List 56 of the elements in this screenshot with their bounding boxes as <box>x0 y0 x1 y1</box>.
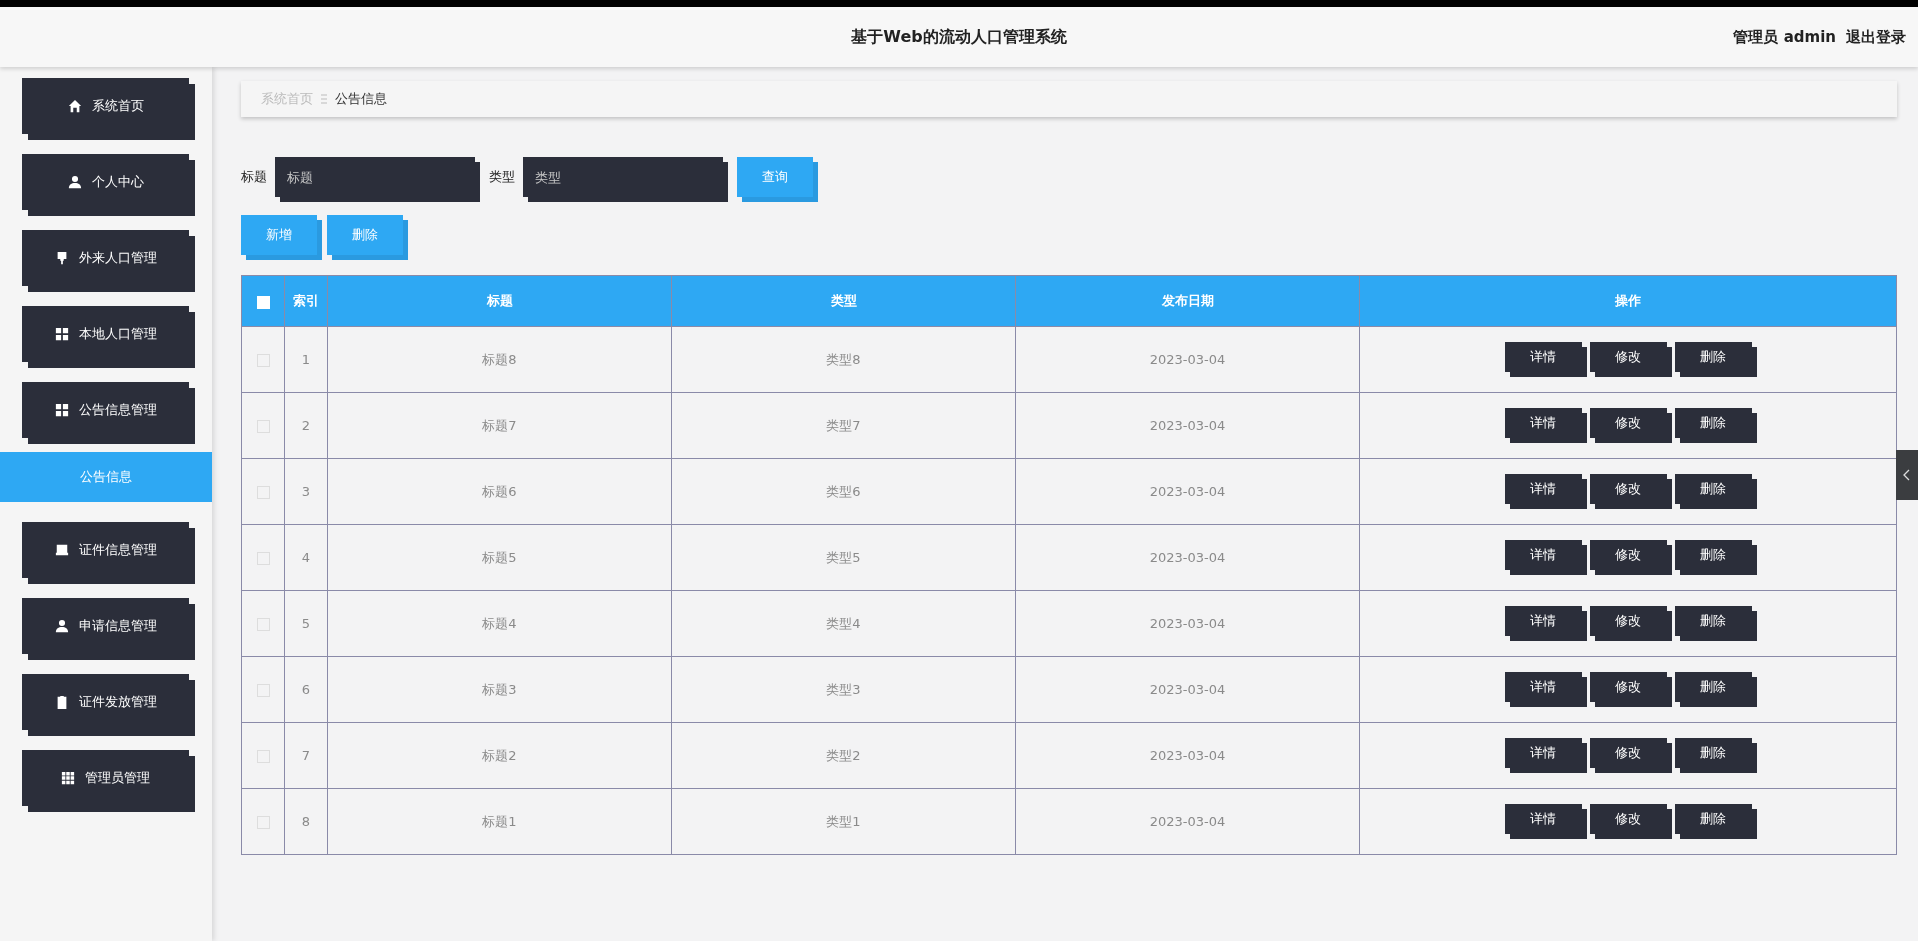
tray-icon <box>54 543 69 557</box>
grid-icon <box>54 327 69 341</box>
table-cell: 2 <box>284 392 328 459</box>
app-title: 基于Web的流动人口管理系统 <box>851 26 1067 48</box>
table-cell: 6 <box>284 656 328 723</box>
logout-link[interactable]: 退出登录 <box>1846 27 1906 47</box>
table-cell: 标题6 <box>327 458 672 525</box>
table-cell: 2023-03-04 <box>1015 458 1360 525</box>
column-header: 操作 <box>1359 275 1897 327</box>
table-cell: 标题5 <box>327 524 672 591</box>
table-cell: 类型7 <box>671 392 1016 459</box>
person-icon <box>54 619 69 633</box>
grid-icon <box>61 771 75 785</box>
table-cell: 2023-03-04 <box>1015 326 1360 393</box>
table-cell: 类型6 <box>671 458 1016 525</box>
column-header: 索引 <box>284 275 328 327</box>
table-cell: 标题7 <box>327 392 672 459</box>
breadcrumb-current: 公告信息 <box>335 90 387 108</box>
column-header: 发布日期 <box>1015 275 1360 327</box>
table-cell: 类型1 <box>671 788 1016 855</box>
chevron-left-icon <box>1903 469 1911 481</box>
table-cell: 标题2 <box>327 722 672 789</box>
table-cell: 标题1 <box>327 788 672 855</box>
table-cell: 标题3 <box>327 656 672 723</box>
table-cell: 2023-03-04 <box>1015 392 1360 459</box>
home-icon <box>67 99 82 113</box>
table-cell: 类型8 <box>671 326 1016 393</box>
table-cell: 3 <box>284 458 328 525</box>
person-icon <box>67 175 82 189</box>
table-cell: 类型2 <box>671 722 1016 789</box>
table-cell: 5 <box>284 590 328 657</box>
field-label: 标题 <box>241 168 267 186</box>
table-cell: 2023-03-04 <box>1015 590 1360 657</box>
column-header: 标题 <box>327 275 672 327</box>
table-cell: 2023-03-04 <box>1015 656 1360 723</box>
table-cell: 2023-03-04 <box>1015 722 1360 789</box>
column-header: 类型 <box>671 275 1016 327</box>
search-field[interactable]: 标题 <box>275 157 475 197</box>
search-field[interactable]: 类型 <box>523 157 723 197</box>
table-cell: 7 <box>284 722 328 789</box>
field-label: 类型 <box>489 168 515 186</box>
table-cell: 标题4 <box>327 590 672 657</box>
select-all-checkbox[interactable] <box>256 295 270 309</box>
table-cell: 1 <box>284 326 328 393</box>
table-cell: 2023-03-04 <box>1015 524 1360 591</box>
table-cell: 8 <box>284 788 328 855</box>
table-cell: 类型5 <box>671 524 1016 591</box>
collapse-tab[interactable] <box>1896 450 1918 500</box>
user-label: 管理员 admin <box>1733 27 1836 47</box>
table-cell: 类型4 <box>671 590 1016 657</box>
table-cell: 2023-03-04 <box>1015 788 1360 855</box>
grid-icon <box>54 403 69 417</box>
table-cell: 标题8 <box>327 326 672 393</box>
table-cell: 4 <box>284 524 328 591</box>
table-cell: 类型3 <box>671 656 1016 723</box>
separator-icon <box>321 94 327 104</box>
